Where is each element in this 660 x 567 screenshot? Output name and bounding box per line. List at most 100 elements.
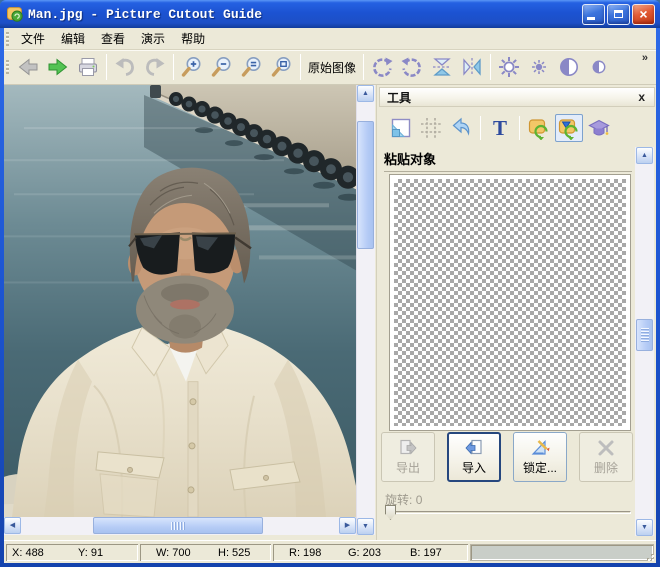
rotate-clockwise-button[interactable] <box>367 52 397 82</box>
rotate-counterclockwise-button[interactable] <box>397 52 427 82</box>
slider-track[interactable] <box>385 511 631 514</box>
toolbar-separator <box>106 54 107 80</box>
resize-canvas-icon <box>389 116 413 140</box>
flip-vertical-icon <box>430 55 454 79</box>
toolbar-gripper[interactable] <box>6 60 9 74</box>
toolbar-overflow-chevron[interactable]: » <box>638 50 652 66</box>
arrow-up-icon: ▲ <box>362 90 369 97</box>
minimize-button[interactable] <box>582 4 605 25</box>
forward-button[interactable] <box>43 52 73 82</box>
thumb-grip <box>171 522 185 530</box>
undo-button[interactable] <box>110 52 140 82</box>
panel-toolbar: T <box>387 112 613 144</box>
panel-scroll-up-button[interactable]: ▲ <box>636 147 653 164</box>
rotation-slider[interactable] <box>385 505 631 521</box>
image-canvas[interactable] <box>4 85 356 517</box>
original-image-button[interactable]: 原始图像 <box>304 55 360 80</box>
close-button[interactable]: × <box>632 4 655 25</box>
slider-thumb[interactable] <box>385 505 396 520</box>
lock-button[interactable]: 锁定... <box>513 432 567 482</box>
brightness-large-button[interactable] <box>494 52 524 82</box>
image-size-field: W: 700 H: 525 <box>140 544 271 561</box>
export-label: 导出 <box>396 459 420 476</box>
import-label: 导入 <box>462 459 486 476</box>
zoom-out-button[interactable] <box>207 52 237 82</box>
import-icon <box>464 438 484 458</box>
cursor-position-field: X: 488 Y: 91 <box>6 544 138 561</box>
maximize-button[interactable] <box>607 4 630 25</box>
paste-objects-list[interactable] <box>389 174 631 431</box>
tools-panel-close-button[interactable]: x <box>636 90 647 104</box>
arrow-down-icon: ▼ <box>362 523 369 530</box>
pixel-red-value: R: 198 <box>289 547 348 559</box>
text-tool-button[interactable]: T <box>486 114 514 142</box>
zoom-fit-button[interactable] <box>267 52 297 82</box>
pixel-rgb-field: R: 198 G: 203 B: 197 <box>273 544 468 561</box>
export-button[interactable]: 导出 <box>381 432 435 482</box>
brightness-small-icon <box>527 55 551 79</box>
contrast-large-button[interactable] <box>554 52 584 82</box>
print-button[interactable] <box>73 52 103 82</box>
menu-view[interactable]: 查看 <box>93 27 133 50</box>
menu-help[interactable]: 帮助 <box>173 27 213 50</box>
scroll-up-button[interactable]: ▲ <box>357 85 374 102</box>
paste-objects-label: 粘贴对象 <box>384 152 436 167</box>
panel-scrollbar[interactable]: ▲ ▼ <box>635 147 654 536</box>
resize-grip[interactable] <box>642 549 655 562</box>
flip-horizontal-button[interactable] <box>457 52 487 82</box>
import-button[interactable]: 导入 <box>447 432 501 482</box>
image-height-value: H: 525 <box>218 547 250 559</box>
scroll-down-button[interactable]: ▼ <box>357 518 374 535</box>
vertical-scroll-thumb[interactable] <box>357 121 374 249</box>
paste-object-button[interactable] <box>525 114 553 142</box>
delete-button[interactable]: 删除 <box>579 432 633 482</box>
window-body: 文件 编辑 查看 演示 帮助 <box>4 28 656 563</box>
arrow-up-icon: ▲ <box>641 152 648 159</box>
pixel-green-value: G: 203 <box>348 547 410 559</box>
tools-panel: 工具 x <box>376 85 656 540</box>
panel-scroll-thumb[interactable] <box>636 319 653 351</box>
crop-button[interactable] <box>417 114 445 142</box>
brightness-small-button[interactable] <box>524 52 554 82</box>
back-button[interactable] <box>13 52 43 82</box>
lock-label: 锁定... <box>523 459 557 476</box>
app-window: Man.jpg - Picture Cutout Guide × 文件 编辑 查… <box>0 0 660 567</box>
crop-icon <box>419 116 443 140</box>
scroll-right-button[interactable]: ▶ <box>339 517 356 534</box>
photo-man-portrait <box>4 85 356 517</box>
zoom-in-button[interactable] <box>177 52 207 82</box>
scroll-left-button[interactable]: ◀ <box>4 517 21 534</box>
horizontal-scroll-thumb[interactable] <box>93 517 263 534</box>
flip-vertical-button[interactable] <box>427 52 457 82</box>
menu-demo[interactable]: 演示 <box>133 27 173 50</box>
contrast-small-button[interactable] <box>584 52 614 82</box>
paste-object-edit-button[interactable] <box>555 114 583 142</box>
pixel-color-swatch <box>470 544 654 561</box>
menubar-gripper[interactable] <box>6 32 9 46</box>
arrow-down-icon: ▼ <box>641 524 648 531</box>
canvas-vertical-scrollbar[interactable]: ▲ ▼ <box>356 85 375 535</box>
delete-label: 删除 <box>594 459 618 476</box>
menu-edit[interactable]: 编辑 <box>53 27 93 50</box>
svg-text:T: T <box>493 116 507 140</box>
paste-object-icon <box>527 116 551 140</box>
resize-canvas-button[interactable] <box>387 114 415 142</box>
redo-button[interactable] <box>140 52 170 82</box>
flip-horizontal-icon <box>460 55 484 79</box>
menu-file[interactable]: 文件 <box>13 27 53 50</box>
zoom-actual-size-icon <box>240 55 264 79</box>
zoom-actual-size-button[interactable] <box>237 52 267 82</box>
content-area: ▲ ▼ ◀ ▶ 工具 x <box>4 85 656 540</box>
back-arrow-icon <box>16 55 40 79</box>
panel-scroll-down-button[interactable]: ▼ <box>636 519 653 536</box>
minimize-icon <box>587 17 595 20</box>
guide-wizard-button[interactable] <box>585 114 613 142</box>
window-controls: × <box>582 4 655 25</box>
titlebar: Man.jpg - Picture Cutout Guide × <box>0 0 660 28</box>
undo-step-button[interactable] <box>447 114 475 142</box>
transparency-checkerboard <box>394 179 626 426</box>
zoom-in-icon <box>180 55 204 79</box>
rotate-clockwise-icon <box>370 55 394 79</box>
canvas-horizontal-scrollbar[interactable]: ◀ ▶ <box>4 517 356 535</box>
panel-toolbar-separator <box>480 116 481 140</box>
